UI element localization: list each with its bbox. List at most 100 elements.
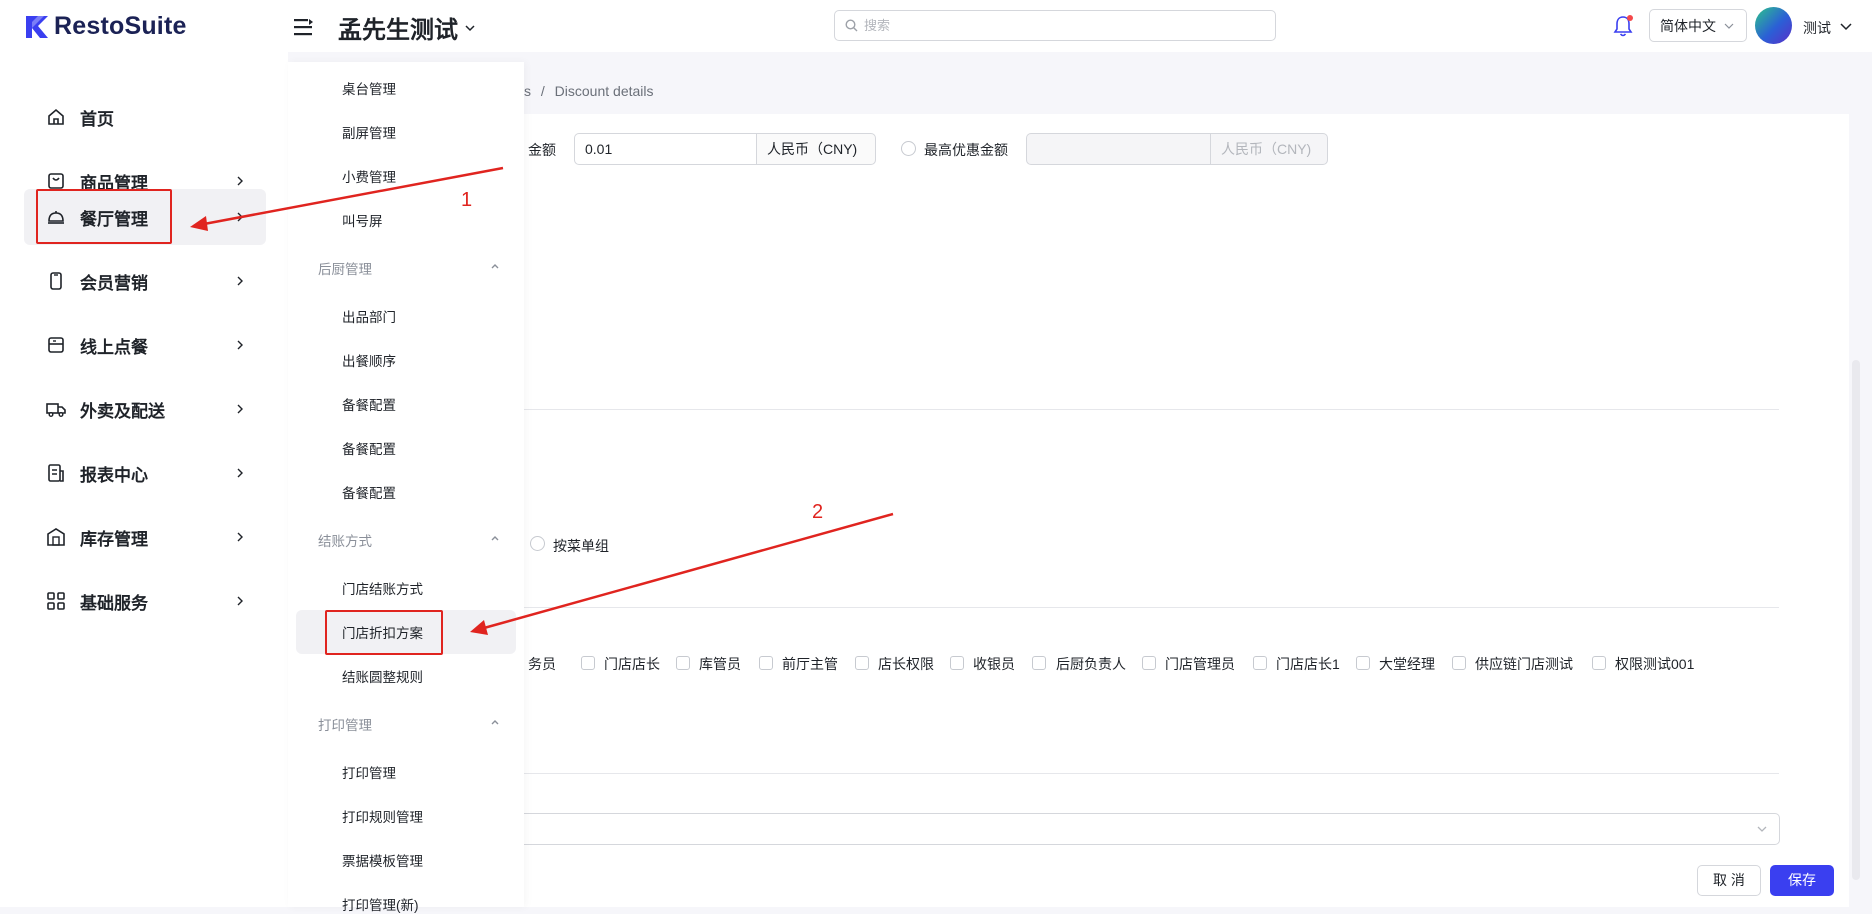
sidebar-item-reports[interactable]: 报表中心: [24, 445, 266, 501]
role-checkbox[interactable]: [1142, 656, 1156, 670]
sidebar-item-label: 首页: [80, 109, 114, 129]
submenu-item-rounding-rules[interactable]: 结账圆整规则: [342, 666, 423, 686]
role-label: 权限测试001: [1615, 656, 1695, 672]
sidebar-item-label: 外卖及配送: [80, 401, 165, 421]
role-checkbox[interactable]: [581, 656, 595, 670]
submenu-item-receipt-templates[interactable]: 票据模板管理: [342, 850, 423, 870]
search-input[interactable]: [864, 18, 1244, 33]
sidebar-item-delivery[interactable]: 外卖及配送: [24, 381, 266, 437]
chevron-down-icon[interactable]: [1840, 20, 1852, 32]
menu-toggle-icon[interactable]: [294, 18, 314, 36]
notification-dot: [1627, 15, 1633, 21]
amount-label: 金额: [528, 142, 556, 158]
role-label: 后厨负责人: [1056, 656, 1126, 672]
role-checkbox[interactable]: [759, 656, 773, 670]
chevron-right-icon: [237, 404, 243, 414]
mobile-icon: [50, 272, 62, 290]
online-order-icon: [48, 337, 64, 353]
role-label: 门店管理员: [1165, 656, 1235, 672]
brand-logo[interactable]: RestoSuite: [24, 12, 187, 41]
role-label: 大堂经理: [1379, 656, 1435, 672]
role-checkbox[interactable]: [1592, 656, 1606, 670]
role-label: 前厅主管: [782, 656, 838, 672]
submenu-item-secondary-screen[interactable]: 副屏管理: [342, 122, 396, 142]
max-discount-radio[interactable]: [901, 141, 916, 156]
max-discount-input[interactable]: [1026, 133, 1210, 165]
chevron-down-icon: [1757, 826, 1767, 832]
restosuite-logo-icon: [26, 15, 48, 38]
sidebar-item-inventory[interactable]: 库存管理: [24, 509, 266, 565]
sidebar-item-online-order[interactable]: 线上点餐: [24, 317, 266, 373]
sidebar-item-label: 报表中心: [80, 465, 148, 485]
divider: [524, 773, 1779, 774]
breadcrumb-parent[interactable]: s: [524, 83, 531, 99]
scrollbar[interactable]: [1852, 360, 1860, 880]
role-label: 供应链门店测试: [1475, 656, 1573, 672]
by-group-label: 按菜单组: [553, 538, 609, 554]
save-button[interactable]: 保存: [1770, 865, 1834, 896]
max-currency-suffix: 人民币（CNY): [1210, 133, 1328, 165]
avatar[interactable]: [1755, 7, 1792, 44]
role-checkbox[interactable]: [1452, 656, 1466, 670]
role-label: 门店店长: [604, 656, 660, 672]
warehouse-icon: [47, 528, 65, 546]
role-checkbox[interactable]: [855, 656, 869, 670]
role-checkbox[interactable]: [676, 656, 690, 670]
chevron-up-icon[interactable]: [490, 533, 500, 543]
currency-suffix: 人民币（CNY): [756, 133, 876, 165]
submenu-group-kitchen[interactable]: 后厨管理: [318, 258, 372, 278]
user-name[interactable]: 测试: [1803, 18, 1831, 38]
report-icon: [48, 464, 64, 482]
amount-input[interactable]: 0.01: [574, 133, 756, 165]
sidebar-item-membership[interactable]: 会员营销: [24, 253, 266, 309]
top-bar: RestoSuite 孟先生测试 简体中文 测试: [0, 0, 1872, 52]
role-checkbox[interactable]: [1356, 656, 1370, 670]
sidebar-item-label: 线上点餐: [80, 337, 148, 357]
chevron-up-icon[interactable]: [490, 261, 500, 271]
role-label: 店长权限: [878, 656, 934, 672]
store-selector[interactable]: 孟先生测试: [338, 10, 476, 45]
select-field[interactable]: [524, 813, 1780, 845]
cancel-button[interactable]: 取 消: [1697, 865, 1761, 896]
sidebar-item-basic-services[interactable]: 基础服务: [24, 573, 266, 629]
submenu-item-tips[interactable]: 小费管理: [342, 166, 396, 186]
submenu-group-checkout[interactable]: 结账方式: [318, 530, 372, 550]
chevron-right-icon: [237, 212, 243, 222]
submenu-item-prep-config[interactable]: 备餐配置: [342, 482, 396, 502]
role-checkbox[interactable]: [1032, 656, 1046, 670]
submenu-item-call-screen[interactable]: 叫号屏: [342, 210, 383, 230]
chevron-up-icon[interactable]: [490, 717, 500, 727]
search-box[interactable]: [834, 10, 1276, 41]
submenu-item-print-manage[interactable]: 打印管理: [342, 762, 396, 782]
submenu-group-print[interactable]: 打印管理: [318, 714, 372, 734]
submenu-item-print-rules[interactable]: 打印规则管理: [342, 806, 423, 826]
role-label: 库管员: [699, 656, 741, 672]
submenu-item-tables[interactable]: 桌台管理: [342, 78, 396, 98]
submenu-item-print-manage-new[interactable]: 打印管理(新): [342, 894, 419, 914]
chevron-right-icon: [237, 596, 243, 606]
store-name: 孟先生测试: [338, 17, 458, 44]
submenu-item-serving-order[interactable]: 出餐顺序: [342, 350, 396, 370]
sidebar-item-label: 基础服务: [80, 593, 148, 613]
submenu-item-store-checkout[interactable]: 门店结账方式: [342, 578, 423, 598]
submenu-item-kitchen-dept[interactable]: 出品部门: [342, 306, 396, 326]
by-group-radio[interactable]: [530, 536, 545, 551]
sidebar-item-home[interactable]: 首页: [24, 89, 266, 145]
chevron-right-icon: [237, 276, 243, 286]
chevron-right-icon: [237, 176, 243, 186]
sidebar-item-label: 库存管理: [80, 529, 148, 549]
submenu-item-prep-config[interactable]: 备餐配置: [342, 438, 396, 458]
role-label: 门店店长1: [1276, 656, 1340, 672]
breadcrumb-separator: /: [540, 83, 545, 99]
divider: [524, 607, 1779, 608]
role-checkbox[interactable]: [950, 656, 964, 670]
breadcrumb-current: Discount details: [554, 83, 654, 99]
language-selector[interactable]: 简体中文: [1649, 9, 1747, 42]
shopping-bag-icon: [48, 173, 64, 189]
annotation-step-1: 1: [461, 189, 473, 211]
role-checkbox[interactable]: [1253, 656, 1267, 670]
chevron-right-icon: [237, 340, 243, 350]
submenu-item-prep-config[interactable]: 备餐配置: [342, 394, 396, 414]
annotation-highlight-box: [325, 610, 443, 655]
role-label: 务员: [528, 656, 556, 672]
